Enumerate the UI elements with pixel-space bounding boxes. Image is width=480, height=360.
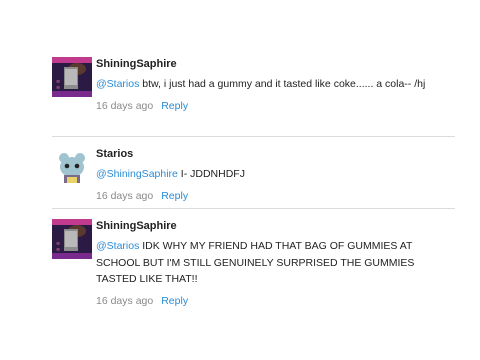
mention-link[interactable]: @ShiningSaphire [96, 168, 178, 180]
comment-username[interactable]: ShiningSaphire [96, 57, 456, 71]
comment-username[interactable]: ShiningSaphire [96, 219, 456, 233]
user-avatar-image: ≋ ≋ [52, 57, 92, 97]
user-avatar-image [52, 147, 92, 187]
comment-text: @Starios btw, i just had a gummy and it … [96, 76, 456, 93]
comment-timestamp: 16 days ago [96, 189, 154, 202]
comment-timestamp: 16 days ago [96, 99, 154, 112]
reply-button[interactable]: Reply [161, 190, 188, 202]
comment-timestamp: 16 days ago [96, 294, 154, 307]
comment-item: ≋ ≋ ShiningSaphire @Starios IDK WHY MY F… [52, 219, 456, 308]
comment-text: @Starios IDK WHY MY FRIEND HAD THAT BAG … [96, 238, 456, 288]
comment-meta: 16 days ago Reply [96, 294, 456, 308]
divider [52, 136, 455, 137]
comment-username[interactable]: Starios [96, 147, 456, 161]
comment-body: btw, i just had a gummy and it tasted li… [139, 78, 426, 90]
mention-link[interactable]: @Starios [96, 78, 139, 90]
comment-meta: 16 days ago Reply [96, 99, 456, 113]
avatar[interactable] [52, 147, 92, 187]
avatar[interactable]: ≋ ≋ [52, 57, 92, 97]
comment-text: @ShiningSaphire I- JDDNHDFJ [96, 166, 456, 183]
avatar[interactable]: ≋ ≋ [52, 219, 92, 259]
reply-button[interactable]: Reply [161, 295, 188, 307]
svg-text:≋: ≋ [56, 247, 60, 253]
mention-link[interactable]: @Starios [96, 240, 139, 252]
divider [52, 208, 455, 209]
user-avatar-image: ≋ ≋ [52, 219, 92, 259]
reply-button[interactable]: Reply [161, 100, 188, 112]
comment-body: IDK WHY MY FRIEND HAD THAT BAG OF GUMMIE… [96, 240, 415, 285]
comment-item: Starios @ShiningSaphire I- JDDNHDFJ 16 d… [52, 147, 456, 202]
svg-text:≋: ≋ [56, 85, 60, 91]
comment-body: I- JDDNHDFJ [177, 168, 245, 180]
comment-meta: 16 days ago Reply [96, 189, 456, 203]
comment-item: ≋ ≋ ShiningSaphire @Starios btw, i just … [52, 57, 456, 129]
